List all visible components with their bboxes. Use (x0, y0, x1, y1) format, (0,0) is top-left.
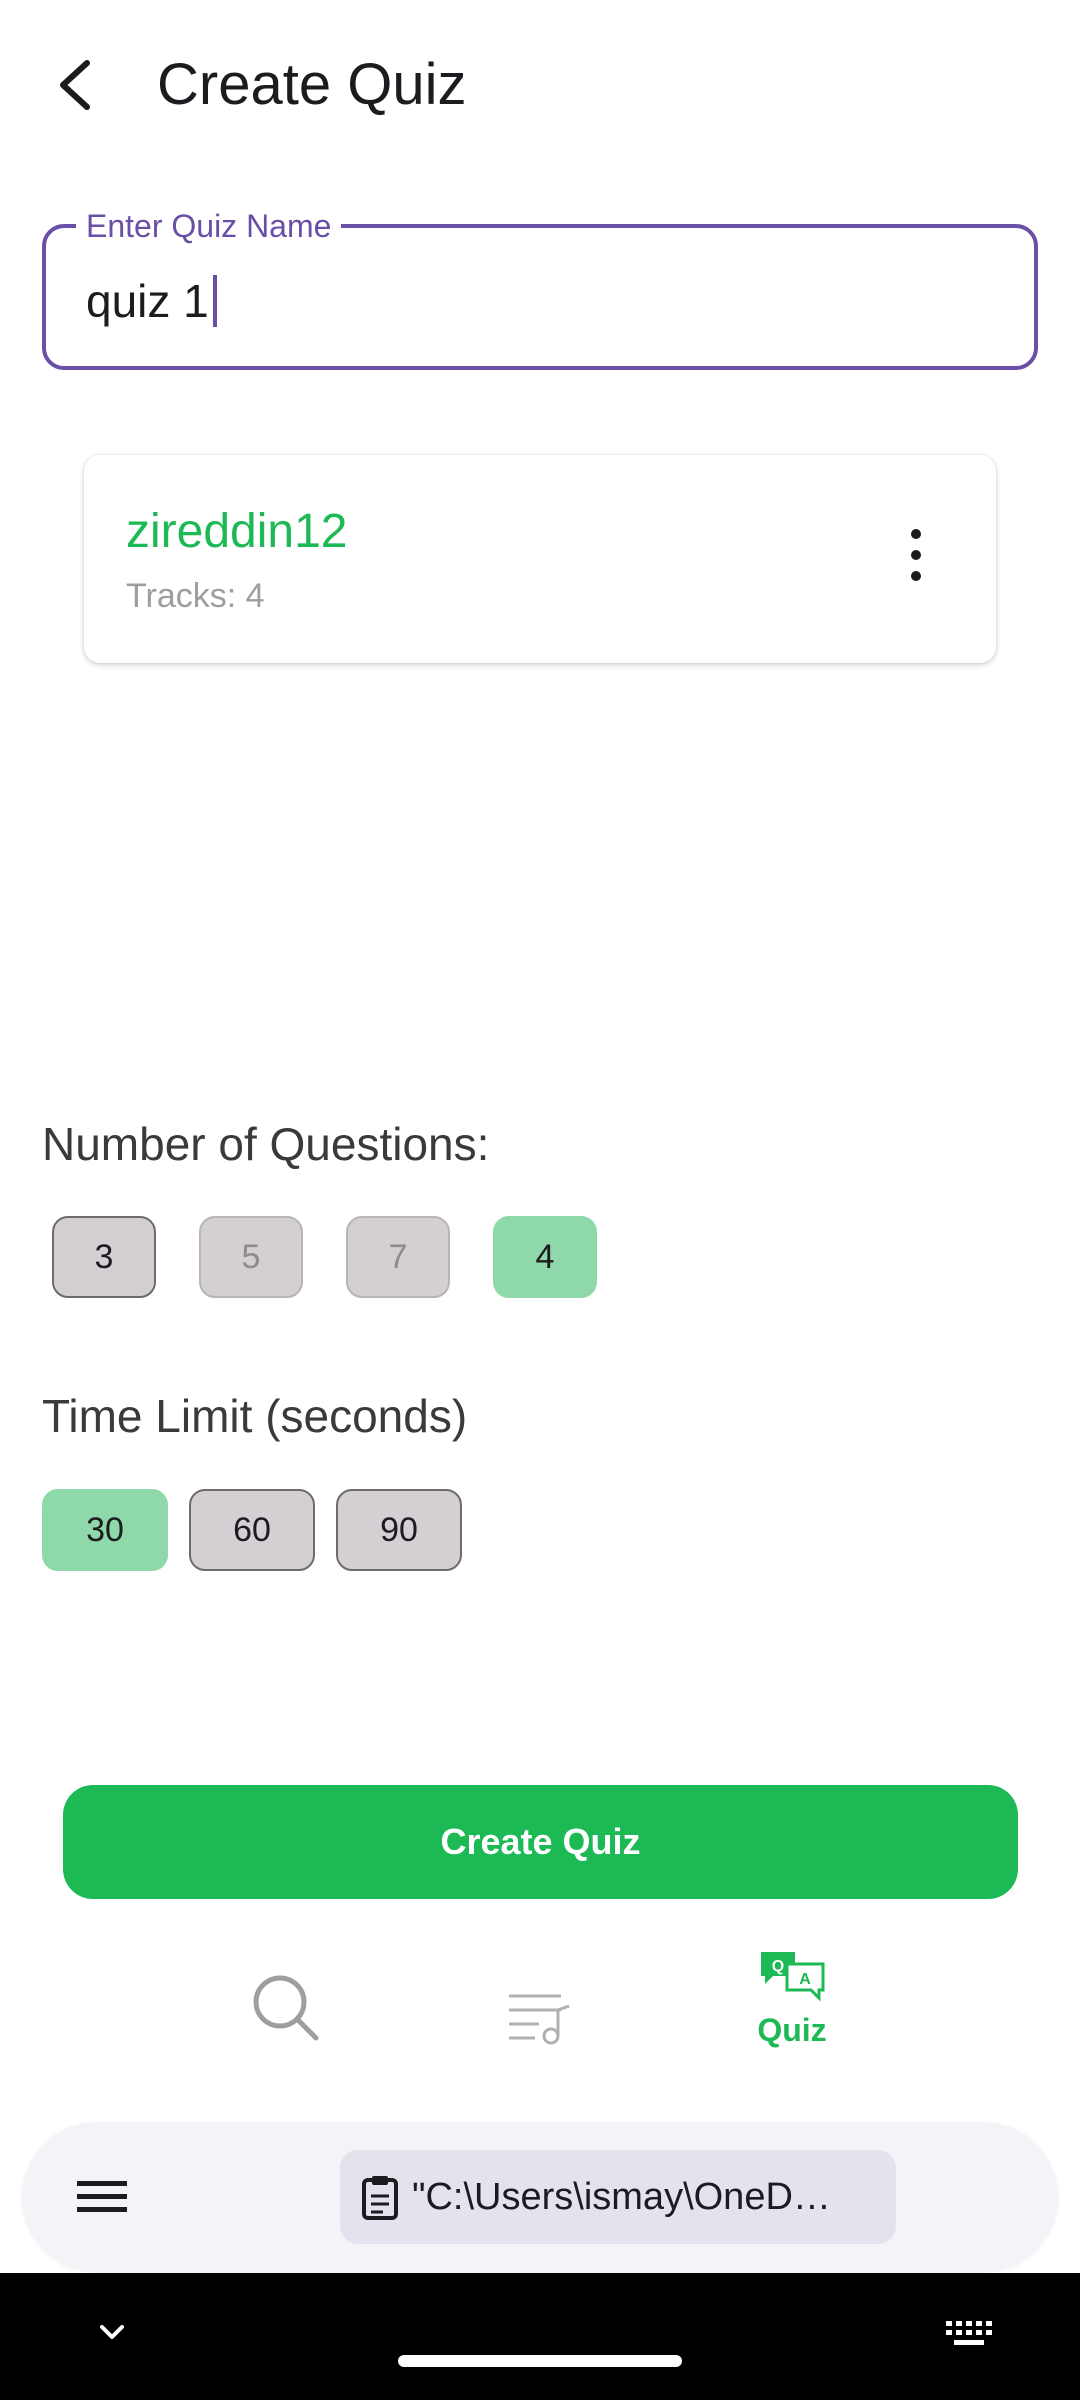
question-count-chip-5: 5 (199, 1216, 303, 1298)
time-limit-chip-60[interactable]: 60 (189, 1489, 315, 1571)
playlist-card[interactable]: zireddin12 Tracks: 4 (84, 455, 996, 663)
keyboard-icon[interactable] (944, 2313, 994, 2353)
playlist-music-icon (509, 1994, 570, 2045)
chip-label: 7 (388, 1237, 408, 1276)
chip-label: 30 (86, 1510, 124, 1549)
system-navigation-bar (0, 2273, 1080, 2400)
question-count-chip-4[interactable]: 4 (493, 1216, 597, 1298)
question-count-chip-7: 7 (346, 1216, 450, 1298)
playlist-track-count: Tracks: 4 (126, 577, 265, 615)
clipboard-text: "C:\Users\ismay\OneD… (412, 2175, 831, 2218)
svg-text:A: A (799, 1971, 811, 1988)
chip-label: 90 (380, 1510, 418, 1549)
time-limit-chip-30[interactable]: 30 (42, 1489, 168, 1571)
nav-item-quiz[interactable]: Q A Quiz (712, 1930, 872, 2080)
svg-text:Q: Q (772, 1958, 784, 1975)
quiz-name-value: quiz 1 (86, 275, 209, 327)
chip-label: 60 (233, 1510, 271, 1549)
keyboard-menu-button[interactable] (66, 2167, 138, 2227)
home-gesture-bar[interactable] (398, 2355, 682, 2367)
hamburger-menu-icon (77, 2181, 127, 2212)
playlist-more-button[interactable] (896, 515, 936, 595)
time-limit-label: Time Limit (seconds) (42, 1390, 468, 1442)
quiz-name-field[interactable]: Enter Quiz Name quiz 1 (42, 206, 1038, 370)
create-quiz-button[interactable]: Create Quiz (63, 1785, 1018, 1899)
questions-label: Number of Questions: (42, 1118, 490, 1170)
clipboard-icon (362, 2176, 398, 2220)
bottom-navigation: Q A Quiz (0, 1930, 1080, 2080)
search-icon (253, 1975, 319, 2041)
clipboard-suggestion[interactable]: "C:\Users\ismay\OneD… (340, 2150, 896, 2244)
more-vert-icon (911, 529, 921, 581)
app-bar: Create Quiz (0, 0, 1080, 170)
question-count-chip-3[interactable]: 3 (52, 1216, 156, 1298)
create-quiz-button-label: Create Quiz (440, 1821, 641, 1862)
nav-item-search[interactable] (206, 1930, 366, 2080)
quiz-name-input[interactable]: quiz 1 (86, 273, 217, 329)
chip-label: 3 (94, 1237, 114, 1276)
quiz-qa-icon: Q A (761, 1952, 825, 2002)
chip-label: 4 (535, 1237, 555, 1276)
nav-item-quiz-label: Quiz (757, 2012, 827, 2048)
keyboard-toolbar: "C:\Users\ismay\OneD… (22, 2122, 1058, 2272)
playlist-name: zireddin12 (126, 505, 348, 558)
back-button[interactable] (40, 45, 110, 125)
page-title: Create Quiz (157, 52, 467, 117)
chip-label: 5 (241, 1237, 261, 1276)
quiz-name-label: Enter Quiz Name (76, 206, 342, 246)
nav-item-playlists[interactable] (460, 1930, 620, 2080)
text-cursor (212, 275, 217, 327)
arrow-back-icon (60, 60, 90, 110)
time-limit-chip-90[interactable]: 90 (336, 1489, 462, 1571)
chevron-down-icon[interactable] (92, 2313, 132, 2353)
